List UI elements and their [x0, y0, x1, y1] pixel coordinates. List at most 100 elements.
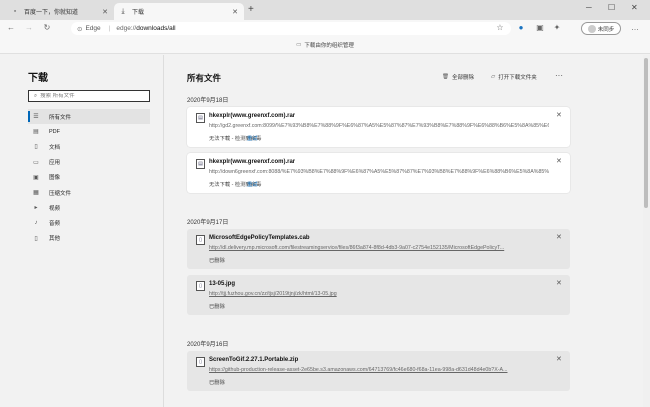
trash-icon: 🗑 [442, 74, 449, 80]
archive-icon: ▦ [33, 190, 39, 197]
download-status: 已删除 [209, 304, 225, 310]
sidebar-item-label: 应用 [49, 160, 61, 167]
sidebar-item[interactable]: ☰ 所有文件 [28, 109, 150, 125]
clear-all-label: 全部删除 [451, 75, 474, 81]
sidebar-item-label: 文档 [49, 144, 61, 151]
sidebar-item[interactable]: ▣ 图像 [28, 170, 150, 185]
date-header: 2020年9月17日 [187, 220, 229, 226]
remove-item-icon[interactable]: ✕ [556, 111, 562, 119]
sidebar-item-label: 视频 [49, 205, 61, 212]
sidebar-item-label: 压缩文件 [49, 190, 72, 197]
edge-page-icon: ⊙ [77, 25, 83, 33]
file-icon: ▤ [196, 159, 205, 169]
sidebar-item[interactable]: ▯ 文档 [28, 139, 150, 154]
file-url[interactable]: http://gd2.greenxf.com:8099/%E7%93%B8%E7… [209, 123, 549, 129]
file-name: 13-05.jpg [209, 281, 236, 287]
scrollbar-thumb[interactable] [644, 58, 648, 208]
sidebar-item[interactable]: ▸ 视频 [28, 200, 150, 215]
download-item[interactable]: ▯ 13-05.jpg http://tjj.fuzhou.gov.cn/zz/tj… [187, 275, 570, 315]
file-name: MicrosoftEdgePolicyTemplates.cab [209, 235, 310, 241]
sidebar-item-label: 音频 [49, 220, 61, 227]
remove-item-icon[interactable]: ✕ [556, 279, 562, 287]
forward-icon[interactable]: → [24, 23, 34, 32]
open-folder-label: 打开下载文件夹 [498, 75, 537, 81]
file-name[interactable]: hkexplr(www.greenxf.com).rar [209, 113, 295, 119]
profile-button[interactable]: 未同步 [581, 22, 621, 35]
file-url[interactable]: http://dl.delivery.mp.microsoft.com/file… [209, 245, 549, 251]
download-icon: ⤓ [121, 7, 125, 15]
retry-link[interactable]: 重试 [247, 134, 258, 142]
remove-item-icon[interactable]: ✕ [556, 355, 562, 363]
page-title: 下载 [28, 73, 48, 84]
more-options-icon[interactable]: ··· [555, 71, 563, 80]
more-menu-icon[interactable]: … [630, 23, 640, 32]
new-tab-button[interactable]: + [248, 4, 254, 15]
selected-indicator [28, 111, 30, 122]
collections-icon[interactable]: ✦ [552, 23, 562, 32]
url-host: edge:// [116, 25, 137, 32]
page-icon: ▫ [13, 8, 17, 15]
download-status: 已删除 [209, 258, 225, 264]
section-title: 所有文件 [187, 73, 222, 83]
extension-icon[interactable]: ● [516, 23, 526, 32]
clear-all-button[interactable]: 🗑 全部删除 [442, 73, 474, 81]
file-icon: ▯ [196, 357, 205, 367]
close-tab-icon[interactable]: ✕ [231, 8, 239, 16]
sidebar-item[interactable]: ▦ 压缩文件 [28, 185, 150, 200]
document-icon: ▯ [34, 144, 38, 151]
filter-nav: ☰ 所有文件 ▤ PDF ▯ 文档 ▭ 应用 ▣ 图像 ▦ 压缩文件 ▸ 视频 ♪ 音频 ▯ 其他 [28, 109, 150, 246]
list-icon: ☰ [33, 114, 39, 121]
sidebar: 下载 ⌕ ☰ 所有文件 ▤ PDF ▯ 文档 ▭ 应用 ▣ 图像 ▦ 压缩文件 ▸ 视频 ♪ 音频 ▯ 其他 [18, 55, 164, 407]
remove-item-icon[interactable]: ✕ [556, 233, 562, 241]
app-icon: ▭ [33, 159, 39, 166]
download-item[interactable]: ▯ MicrosoftEdgePolicyTemplates.cab http://… [187, 229, 570, 269]
maximize-icon[interactable]: ☐ [608, 3, 615, 12]
download-item[interactable]: ▤ hkexplr(www.greenxf.com).rar http://down… [187, 153, 570, 193]
sidebar-item[interactable]: ▤ PDF [28, 124, 150, 139]
avatar [587, 24, 596, 33]
download-item[interactable]: ▤ hkexplr(www.greenxf.com).rar http://gd2.… [187, 107, 570, 147]
tab-search-icon[interactable]: ▣ [535, 23, 545, 32]
sidebar-item-label: PDF [49, 128, 60, 135]
file-url[interactable]: http://down6greenxf.com:8088/%E7%93%B8%E… [209, 169, 549, 175]
file-url[interactable]: http://tjj.fuzhou.gov.cn/zz/tjsj/2019tjn… [209, 291, 549, 297]
sidebar-item[interactable]: ▭ 应用 [28, 155, 150, 170]
open-folder-button[interactable]: ▱ 打开下载文件夹 [491, 73, 537, 81]
tab-baidu[interactable]: ▫ 百度一下，你就知道 ✕ [6, 3, 114, 20]
video-icon: ▸ [34, 205, 38, 212]
file-icon: ▯ [196, 235, 205, 245]
toolbar: ← → ↻ ⊙ Edge | edge:// downloads/all ☆ ●… [0, 20, 650, 37]
file-name: ScreenToGif.2.27.1.Portable.zip [209, 357, 299, 363]
managed-notice-bar: ▭ 下载由你的组织管理 [0, 37, 650, 54]
file-url[interactable]: https://github-production-release-asset-… [209, 367, 549, 373]
pdf-icon: ▤ [33, 129, 39, 136]
url-path: downloads/all [136, 25, 176, 32]
address-bar[interactable]: ⊙ Edge | edge:// downloads/all [71, 22, 511, 35]
briefcase-icon: ▭ [296, 42, 302, 48]
sidebar-item[interactable]: ▯ 其他 [28, 231, 150, 246]
refresh-icon[interactable]: ↻ [42, 23, 52, 32]
profile-label: 未同步 [597, 26, 615, 33]
scheme-label: Edge [85, 25, 101, 32]
favorite-star-icon[interactable]: ☆ [495, 23, 505, 32]
tab-strip: ▫ 百度一下，你就知道 ✕ ⤓ 下载 ✕ + ─ ☐ ✕ [0, 0, 650, 20]
file-icon: ▯ [196, 281, 205, 291]
retry-link[interactable]: 重试 [247, 180, 258, 188]
address-separator: | [108, 25, 111, 32]
search-icon: ⌕ [34, 92, 38, 99]
file-name[interactable]: hkexplr(www.greenxf.com).rar [209, 159, 295, 165]
close-tab-icon[interactable]: ✕ [101, 8, 109, 16]
remove-item-icon[interactable]: ✕ [556, 157, 562, 165]
download-item[interactable]: ▯ ScreenToGif.2.27.1.Portable.zip https://… [187, 351, 570, 391]
file-icon: ▤ [196, 113, 205, 123]
other-file-icon: ▯ [34, 235, 38, 242]
minimize-icon[interactable]: ─ [586, 3, 592, 12]
search-box[interactable]: ⌕ [28, 90, 150, 102]
search-input[interactable] [40, 93, 141, 99]
window-close-icon[interactable]: ✕ [631, 3, 638, 12]
date-header: 2020年9月18日 [187, 98, 229, 104]
tab-title: 百度一下，你就知道 [24, 10, 79, 16]
sidebar-item[interactable]: ♪ 音频 [28, 215, 150, 230]
back-icon[interactable]: ← [6, 23, 16, 32]
tab-downloads[interactable]: ⤓ 下载 ✕ [114, 3, 244, 20]
